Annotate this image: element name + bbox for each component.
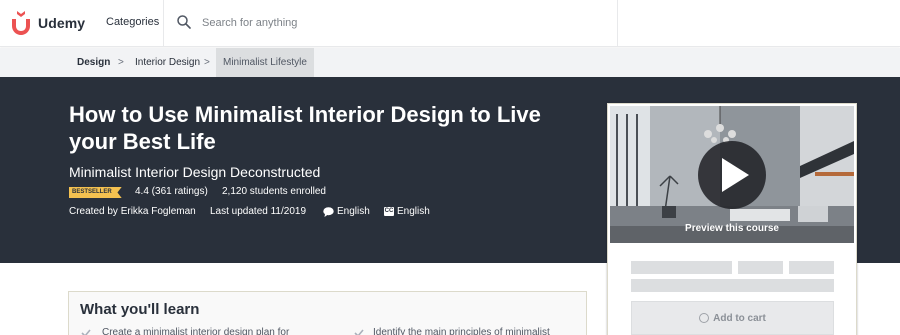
search-input[interactable] — [196, 12, 596, 34]
breadcrumb-interior-design[interactable]: Interior Design — [135, 48, 200, 77]
breadcrumb-minimalist-lifestyle[interactable]: Minimalist Lifestyle — [216, 48, 314, 77]
created-by[interactable]: Created by Erikka Fogleman — [69, 206, 196, 217]
checkmark-icon — [81, 329, 91, 335]
add-to-cart-label: Add to cart — [713, 312, 766, 324]
price-placeholder — [738, 261, 783, 274]
search-icon[interactable] — [177, 15, 191, 29]
breadcrumb-design[interactable]: Design — [77, 48, 110, 77]
learn-item: Create a minimalist interior design plan… — [102, 327, 290, 335]
top-header: Udemy Categories — [0, 0, 900, 47]
bestseller-badge: BESTSELLER — [69, 187, 122, 198]
what-youll-learn-title: What you'll learn — [80, 301, 200, 318]
categories-menu[interactable]: Categories — [106, 16, 159, 28]
price-placeholder — [631, 261, 732, 274]
students-enrolled: 2,120 students enrolled — [222, 186, 326, 197]
last-updated: Last updated 11/2019 — [210, 206, 307, 217]
breadcrumb-separator: > — [204, 57, 210, 68]
logo-text: Udemy — [38, 15, 86, 31]
course-language: English — [337, 206, 370, 217]
preview-course-label[interactable]: Preview this course — [610, 223, 854, 234]
closed-captions-icon: CC — [384, 207, 394, 216]
udemy-logo[interactable]: Udemy — [8, 11, 85, 35]
breadcrumb: Design > Interior Design > Minimalist Li… — [0, 48, 900, 77]
course-rating[interactable]: 4.4 (361 ratings) — [135, 186, 208, 197]
course-subtitle: Minimalist Interior Design Deconstructed — [69, 164, 321, 180]
info-placeholder — [631, 279, 834, 292]
loading-spinner-icon — [699, 313, 710, 323]
add-to-cart-button[interactable]: Add to cart — [631, 301, 834, 335]
udemy-logo-icon — [12, 11, 30, 35]
price-placeholder — [789, 261, 834, 274]
caption-language: English — [397, 206, 430, 217]
learn-item: Identify the main principles of minimali… — [373, 327, 550, 335]
breadcrumb-separator: > — [118, 57, 124, 68]
checkmark-icon — [354, 329, 364, 335]
header-divider-right — [617, 0, 618, 47]
speech-bubble-icon — [323, 207, 334, 217]
header-divider — [163, 0, 164, 47]
course-title: How to Use Minimalist Interior Design to… — [69, 102, 541, 154]
